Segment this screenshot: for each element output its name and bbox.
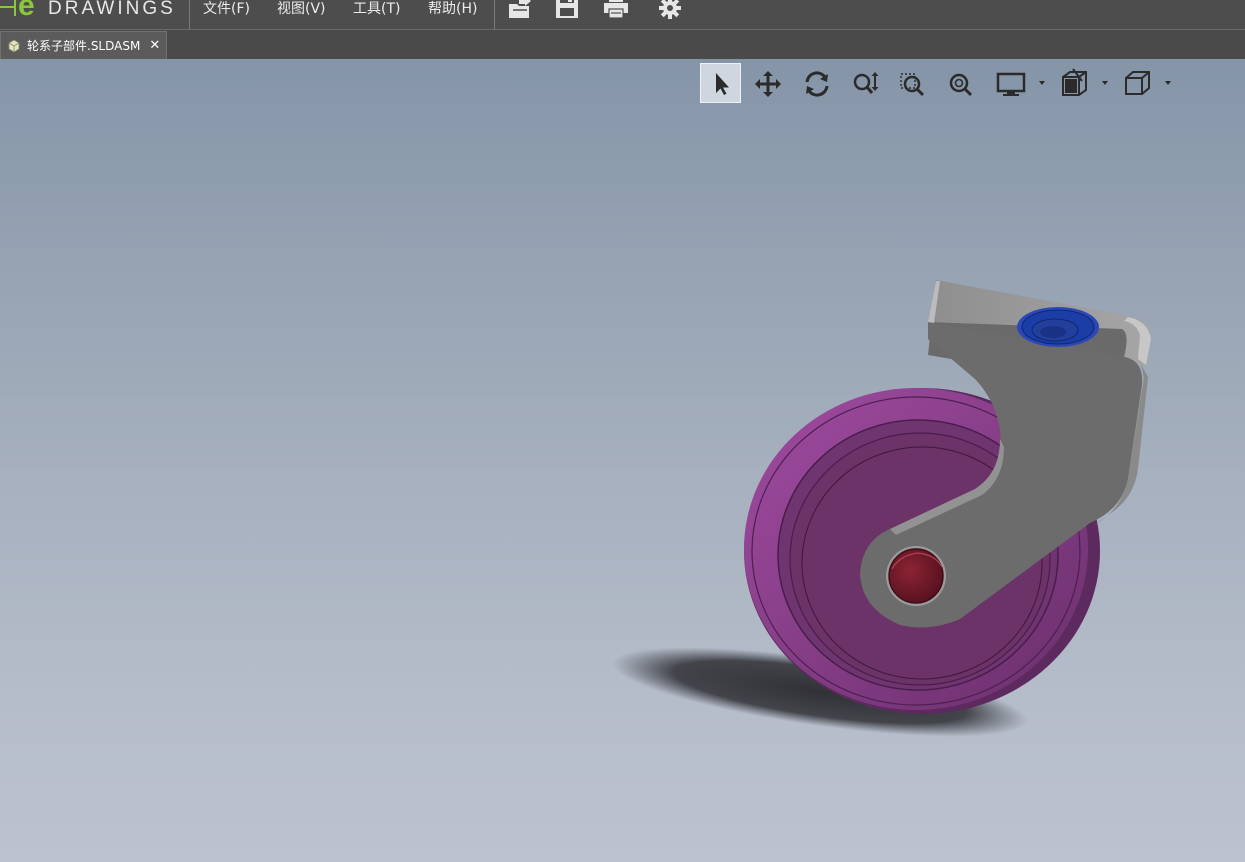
menu-divider — [189, 0, 190, 30]
edrawings-logo: e DRAWINGS — [0, 0, 176, 24]
open-icon[interactable] — [507, 0, 533, 20]
close-icon[interactable]: ✕ — [149, 38, 160, 53]
assembly-icon — [8, 39, 20, 52]
logo-mark: e — [0, 0, 44, 24]
menu-help[interactable]: 帮助(H) — [428, 0, 477, 20]
print-icon[interactable] — [603, 0, 629, 20]
menu-bar: e DRAWINGS 文件(F) 视图(V) 工具(T) 帮助(H) — [0, 0, 1245, 30]
toolbar-divider — [494, 0, 495, 30]
logo-text: DRAWINGS — [48, 0, 176, 19]
document-tab[interactable]: 轮系子部件.SLDASM ✕ — [0, 31, 167, 59]
wheel-axle[interactable] — [886, 546, 946, 606]
caster-wheel-model[interactable] — [0, 59, 1245, 862]
swivel-bearing[interactable] — [1017, 307, 1099, 347]
menu-file[interactable]: 文件(F) — [203, 0, 250, 20]
settings-gear-icon[interactable] — [657, 0, 683, 20]
menu-tools[interactable]: 工具(T) — [353, 0, 400, 20]
save-icon[interactable] — [554, 0, 580, 20]
graphics-viewport[interactable] — [0, 59, 1245, 862]
document-tab-label: 轮系子部件.SLDASM — [27, 39, 141, 53]
logo-letter: e — [18, 0, 35, 22]
menu-view[interactable]: 视图(V) — [277, 0, 326, 20]
document-tab-bar: 轮系子部件.SLDASM ✕ — [0, 30, 1245, 59]
